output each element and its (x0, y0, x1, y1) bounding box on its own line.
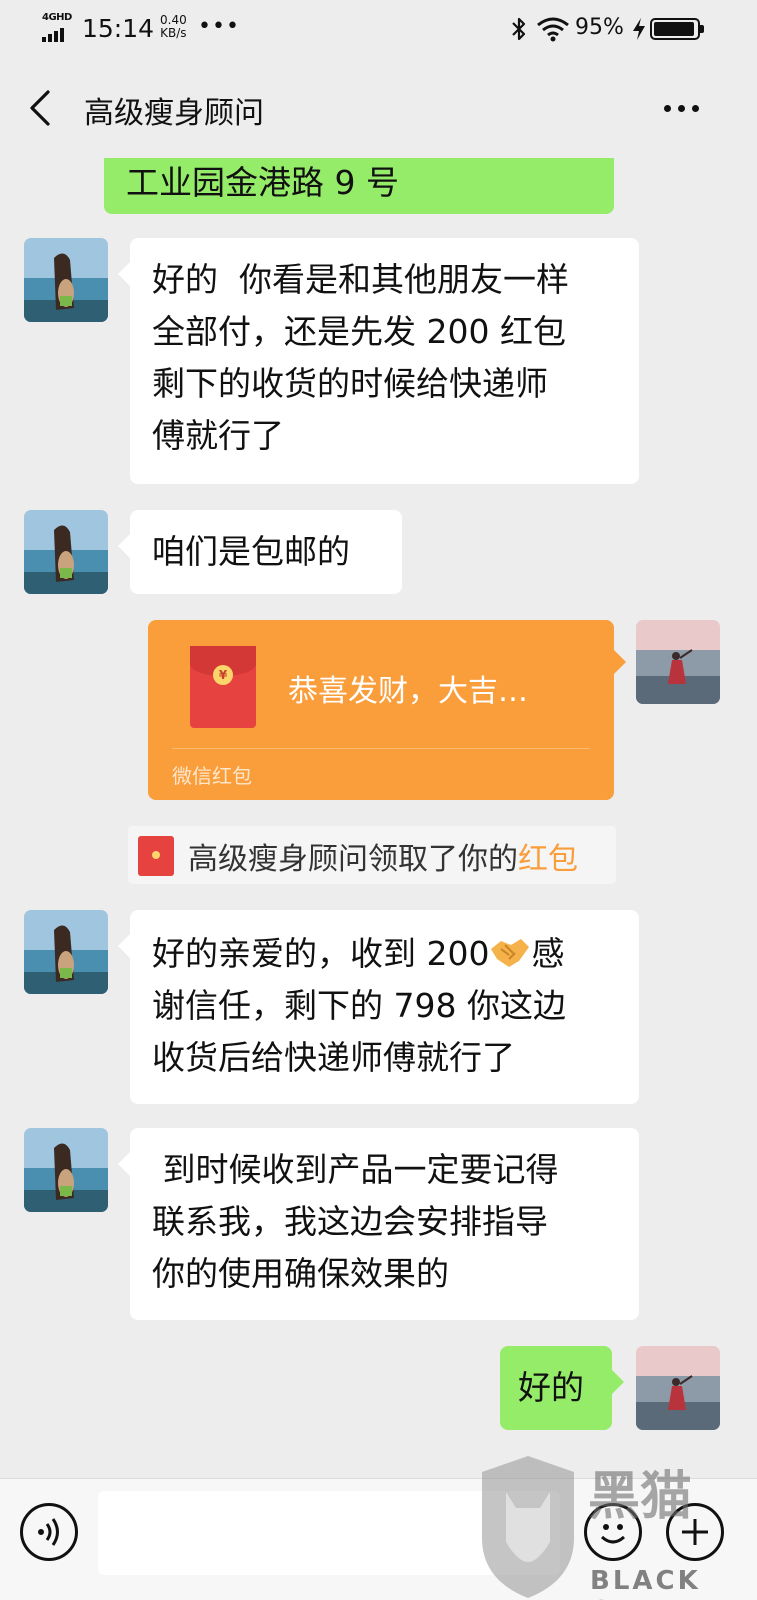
contact-avatar[interactable] (24, 1128, 108, 1212)
network-speed: 0.40 KB/s (160, 14, 187, 40)
message-line: 感 (531, 934, 565, 973)
divider (172, 748, 590, 749)
message-incoming[interactable]: 到时候收到产品一定要记得 联系我，我这边会安排指导 你的使用确保效果的 (118, 1128, 639, 1320)
message-text: 咱们是包邮的 (152, 532, 350, 571)
more-functions-button[interactable] (666, 1503, 724, 1561)
speed-unit: KB/s (160, 26, 187, 40)
message-line: 你的使用确保效果的 (152, 1254, 449, 1293)
red-packet-link[interactable]: 红包 (518, 842, 578, 877)
signal-icon: 4GHD (42, 12, 74, 42)
red-packet-label: 微信红包 (172, 764, 252, 788)
chat-header: 高级瘦身顾问 (0, 60, 757, 158)
wifi-icon (537, 17, 569, 42)
battery-percent: 95% (575, 15, 624, 40)
status-time: 15:14 (82, 14, 155, 43)
message-incoming[interactable]: 咱们是包邮的 (118, 510, 402, 594)
chat-title: 高级瘦身顾问 (84, 96, 264, 131)
charging-icon (633, 18, 645, 40)
my-avatar[interactable] (636, 620, 720, 704)
plus-icon (682, 1519, 708, 1545)
notice-text: 高级瘦身顾问领取了你的 (188, 842, 518, 877)
message-line: 好的 你看是和其他朋友一样 (152, 260, 569, 299)
status-bar: 4GHD 15:14 0.40 KB/s ••• 95% (0, 0, 757, 60)
contact-avatar[interactable] (24, 238, 108, 322)
message-line: 好的亲爱的，收到 200 (152, 934, 490, 973)
input-bar (0, 1478, 757, 1600)
message-incoming[interactable]: 好的 你看是和其他朋友一样 全部付，还是先发 200 红包 剩下的收货的时候给快… (118, 238, 639, 484)
message-outgoing[interactable]: 工业园金港路 9 号 (104, 158, 614, 214)
contact-avatar[interactable] (24, 910, 108, 994)
emoji-button[interactable] (584, 1503, 642, 1561)
contact-avatar[interactable] (24, 510, 108, 594)
emoji-icon (600, 1524, 626, 1544)
status-more-icon: ••• (198, 14, 240, 39)
coin-icon: ¥ (213, 665, 233, 685)
message-line: 全部付，还是先发 200 红包 (152, 312, 566, 351)
my-avatar[interactable] (636, 1346, 720, 1430)
message-line: 傅就行了 (152, 416, 284, 455)
system-notice: 高级瘦身顾问领取了你的红包 (128, 826, 616, 884)
chevron-left-icon[interactable] (26, 88, 56, 128)
chat-messages[interactable]: 工业园金港路 9 号 好的 你看是和其他朋友一样 全部付，还是先发 200 红包… (0, 158, 757, 1478)
red-packet-message[interactable]: ¥ 恭喜发财，大吉… 微信红包 (148, 620, 626, 800)
red-packet-icon: ¥ (190, 646, 256, 728)
bluetooth-icon (512, 17, 526, 41)
more-dots-icon[interactable] (664, 98, 708, 118)
message-line: 联系我，我这边会安排指导 (152, 1202, 548, 1241)
red-packet-icon (138, 836, 174, 876)
message-line: 收货后给快递师傅就行了 (152, 1038, 515, 1077)
message-text: 工业园金港路 9 号 (126, 163, 399, 202)
battery-icon (650, 18, 704, 40)
message-outgoing[interactable]: 好的 (500, 1346, 624, 1430)
red-packet-greeting: 恭喜发财，大吉… (288, 674, 528, 709)
message-text: 好的 (518, 1368, 584, 1407)
message-line: 剩下的收货的时候给快递师 (152, 364, 548, 403)
message-line: 谢信任，剩下的 798 你这边 (152, 986, 566, 1025)
handshake-emoji-icon (491, 939, 530, 967)
message-incoming[interactable]: 好的亲爱的，收到 200 感 谢信任，剩下的 798 你这边 收货后给快递师傅就… (118, 910, 639, 1104)
network-type: 4GHD (42, 12, 72, 23)
voice-icon (38, 1518, 59, 1546)
message-input[interactable] (98, 1491, 560, 1575)
message-line: 到时候收到产品一定要记得 (152, 1150, 559, 1189)
voice-input-button[interactable] (20, 1503, 78, 1561)
